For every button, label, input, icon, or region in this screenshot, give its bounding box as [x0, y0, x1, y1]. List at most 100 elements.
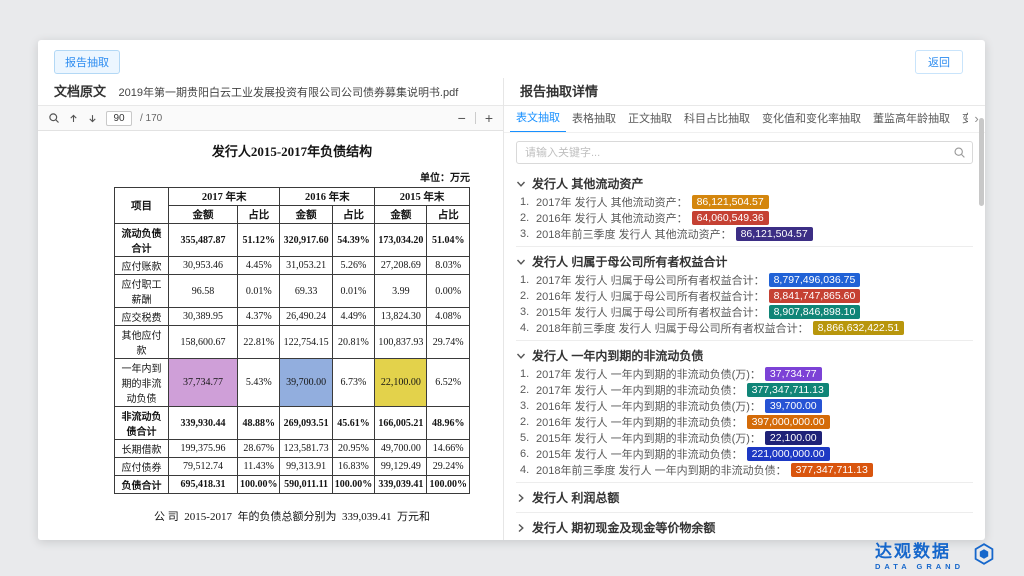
section-title: 发行人 利润总额	[532, 489, 619, 506]
highlighted-cell[interactable]: 37,734.77	[168, 359, 237, 407]
document-paragraph: 公 司 2015-2017 年的负债总额分别为 339,039.41 万元和	[114, 508, 470, 524]
section-header[interactable]: 发行人 期初现金及现金等价物余额	[516, 517, 973, 538]
item-index: 3.	[520, 228, 532, 240]
top-bar: 报告抽取 返回	[38, 40, 985, 78]
item-label: 2018年前三季度 发行人 一年内到期的非流动负债：	[536, 462, 787, 478]
tab-5[interactable]: 变化值和变化率抽取	[756, 106, 867, 133]
item-index: 1.	[520, 368, 532, 380]
tab-6[interactable]: 董监高年龄抽取	[867, 106, 956, 133]
unit-label: 单位：万元	[114, 169, 470, 184]
highlighted-cell[interactable]: 39,700.00	[280, 359, 332, 407]
page-number-input[interactable]	[106, 111, 132, 126]
table-row: 应付债券79,512.7411.43%99,313.9116.83%99,129…	[115, 458, 470, 476]
extraction-item: 3.2016年 发行人 一年内到期的非流动负债(万)：39,700.00	[516, 398, 973, 414]
pdf-table: 项目2017 年末2016 年末2015 年末金额占比金额占比金额占比流动负债合…	[114, 187, 470, 494]
table-cell: 16.83%	[332, 458, 375, 476]
chevron-down-icon[interactable]	[516, 257, 526, 267]
value-badge[interactable]: 37,734.77	[765, 367, 822, 381]
value-badge[interactable]: 377,347,711.13	[747, 383, 829, 397]
value-badge[interactable]: 221,000,000.00	[747, 447, 830, 461]
chevron-down-icon[interactable]	[516, 351, 526, 361]
value-badge[interactable]: 8,907,846,898.10	[769, 305, 861, 319]
row-label: 长期借款	[115, 440, 169, 458]
table-cell: 31,053.21	[280, 257, 332, 275]
col-header-year: 2016 年末	[280, 188, 375, 206]
pdf-toolbar: / 170 − +	[38, 106, 503, 131]
section-header[interactable]: 发行人 归属于母公司所有者权益合计	[516, 251, 973, 272]
table-subheader-row: 金额占比金额占比金额占比	[115, 206, 470, 224]
tab-4[interactable]: 科目占比抽取	[678, 106, 756, 133]
detail-panel-header: 报告抽取详情	[504, 78, 985, 106]
table-cell: 30,389.95	[168, 308, 237, 326]
row-label: 一年内到期的非流动负债	[115, 359, 169, 407]
item-label: 2016年 发行人 一年内到期的非流动负债(万)：	[536, 398, 761, 414]
value-badge[interactable]: 22,100.00	[765, 431, 822, 445]
chevron-right-icon[interactable]	[516, 493, 526, 503]
row-label: 应交税费	[115, 308, 169, 326]
item-index: 4.	[520, 464, 532, 476]
extraction-section: 发行人 其他流动资产1.2017年 发行人 其他流动资产：86,121,504.…	[516, 169, 973, 247]
col-subheader: 金额	[168, 206, 237, 224]
value-badge[interactable]: 8,841,747,865.60	[769, 289, 861, 303]
zoom-out-button[interactable]: −	[458, 111, 466, 125]
row-label: 应付账款	[115, 257, 169, 275]
page-up-icon[interactable]	[68, 113, 79, 124]
search-icon[interactable]	[48, 112, 60, 124]
item-index: 6.	[520, 448, 532, 460]
value-badge[interactable]: 86,121,504.57	[692, 195, 769, 209]
table-cell: 51.04%	[427, 224, 470, 257]
tab-2[interactable]: 表格抽取	[566, 106, 622, 133]
value-badge[interactable]: 86,121,504.57	[736, 227, 813, 241]
section-title: 发行人 期初现金及现金等价物余额	[532, 519, 715, 536]
extraction-item: 1.2017年 发行人 其他流动资产：86,121,504.57	[516, 194, 973, 210]
detail-panel-title: 报告抽取详情	[520, 84, 598, 99]
table-cell: 123,581.73	[280, 440, 332, 458]
value-badge[interactable]: 377,347,711.13	[791, 463, 873, 477]
row-label: 应付债券	[115, 458, 169, 476]
table-cell: 339,930.44	[168, 407, 237, 440]
extraction-item: 2.2017年 发行人 一年内到期的非流动负债：377,347,711.13	[516, 382, 973, 398]
section-title: 发行人 一年内到期的非流动负债	[532, 347, 703, 364]
pdf-page: 发行人2015-2017年负债结构 单位：万元 项目2017 年末2016 年末…	[38, 131, 503, 540]
item-label: 2015年 发行人 一年内到期的非流动负债(万)：	[536, 430, 761, 446]
section-header[interactable]: 发行人 其他流动资产	[516, 173, 973, 194]
item-label: 2017年 发行人 归属于母公司所有者权益合计：	[536, 272, 765, 288]
logo-text-en: DATA GRAND	[875, 562, 964, 571]
search-icon[interactable]	[953, 146, 966, 164]
back-button[interactable]: 返回	[915, 50, 963, 74]
tab-1[interactable]: 表文抽取	[510, 106, 566, 133]
value-badge[interactable]: 397,000,000.00	[747, 415, 830, 429]
table-cell: 5.26%	[332, 257, 375, 275]
value-badge[interactable]: 8,866,632,422.51	[813, 321, 905, 335]
report-extract-button[interactable]: 报告抽取	[54, 50, 120, 74]
page-down-icon[interactable]	[87, 113, 98, 124]
table-cell: 100.00%	[332, 476, 375, 494]
page-total-label: / 170	[140, 113, 162, 124]
extraction-item: 2.2016年 发行人 归属于母公司所有者权益合计：8,841,747,865.…	[516, 288, 973, 304]
table-row: 其他应付款158,600.6722.81%122,754.1520.81%100…	[115, 326, 470, 359]
highlighted-cell[interactable]: 22,100.00	[375, 359, 427, 407]
table-cell: 96.58	[168, 275, 237, 308]
row-label: 其他应付款	[115, 326, 169, 359]
extraction-item: 4. 2018年前三季度 发行人 一年内到期的非流动负债： 377,347,711.…	[516, 462, 973, 478]
table-cell: 269,093.51	[280, 407, 332, 440]
table-cell: 355,487.87	[168, 224, 237, 257]
value-badge[interactable]: 39,700.00	[765, 399, 822, 413]
value-badge[interactable]: 64,060,549.36	[692, 211, 769, 225]
main-panels: 文档原文 2019年第一期贵阳白云工业发展投资有限公司公司债券募集说明书.pdf…	[38, 78, 985, 540]
table-cell: 49,700.00	[375, 440, 427, 458]
col-subheader: 金额	[280, 206, 332, 224]
col-subheader: 占比	[237, 206, 280, 224]
value-badge[interactable]: 8,797,496,036.75	[769, 273, 861, 287]
keyword-search-input[interactable]	[516, 141, 973, 164]
section-header[interactable]: 发行人 利润总额	[516, 487, 973, 508]
chevron-right-icon[interactable]	[516, 523, 526, 533]
table-cell: 45.61%	[332, 407, 375, 440]
zoom-in-button[interactable]: +	[485, 111, 493, 125]
scrollbar[interactable]	[979, 118, 984, 206]
col-header-year: 2015 年末	[375, 188, 470, 206]
tab-3[interactable]: 正文抽取	[622, 106, 678, 133]
section-header[interactable]: 发行人 一年内到期的非流动负债	[516, 345, 973, 366]
table-cell: 100.00%	[427, 476, 470, 494]
chevron-down-icon[interactable]	[516, 179, 526, 189]
